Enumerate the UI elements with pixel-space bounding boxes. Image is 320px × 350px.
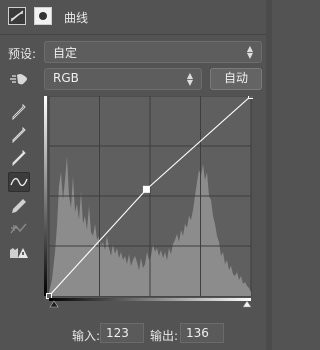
preset-label: 预设: — [8, 47, 37, 61]
input-gradient-bar — [49, 298, 251, 301]
scrollbar[interactable] — [266, 0, 272, 350]
input-value-field[interactable]: 123 — [100, 323, 144, 343]
curve-control-point[interactable] — [248, 93, 254, 99]
layer-mask-icon[interactable] — [34, 7, 52, 25]
white-point-slider-icon — [242, 300, 252, 308]
select-arrows-icon: ▲ ▼ — [186, 71, 193, 87]
adjustment-layer-icon[interactable] — [8, 7, 26, 25]
white-point-eyedropper-icon[interactable] — [8, 148, 30, 168]
output-gradient-bar — [44, 96, 47, 296]
curve-control-point[interactable] — [142, 185, 150, 193]
channel-value: RGB — [53, 71, 79, 85]
hand-adjust-icon[interactable] — [8, 71, 30, 90]
black-point-eyedropper-icon[interactable] — [8, 102, 30, 122]
curves-graph[interactable] — [44, 93, 254, 308]
input-label: 输入: — [72, 329, 101, 343]
output-value-field[interactable]: 136 — [180, 323, 224, 343]
clipping-warning-icon[interactable] — [8, 243, 30, 263]
curve-point-icon[interactable] — [8, 172, 30, 192]
black-point-slider-icon — [49, 300, 59, 308]
preset-select[interactable]: 自定 ▲ ▼ — [44, 41, 262, 63]
channel-select[interactable]: RGB ▲ ▼ — [44, 68, 202, 90]
panel-header: 曲线 — [0, 0, 272, 34]
panel-title: 曲线 — [64, 11, 89, 25]
header-divider — [0, 34, 272, 35]
select-arrows-icon: ▲ ▼ — [246, 44, 253, 60]
gray-point-eyedropper-icon[interactable] — [8, 125, 30, 145]
preset-value: 自定 — [53, 46, 78, 60]
auto-button[interactable]: 自动 — [210, 68, 262, 90]
output-label: 输出: — [150, 329, 179, 343]
smooth-curve-icon[interactable] — [8, 219, 30, 239]
curves-graph-svg[interactable] — [44, 93, 254, 308]
pencil-draw-icon[interactable] — [8, 196, 30, 216]
curve-control-point[interactable] — [46, 293, 52, 299]
